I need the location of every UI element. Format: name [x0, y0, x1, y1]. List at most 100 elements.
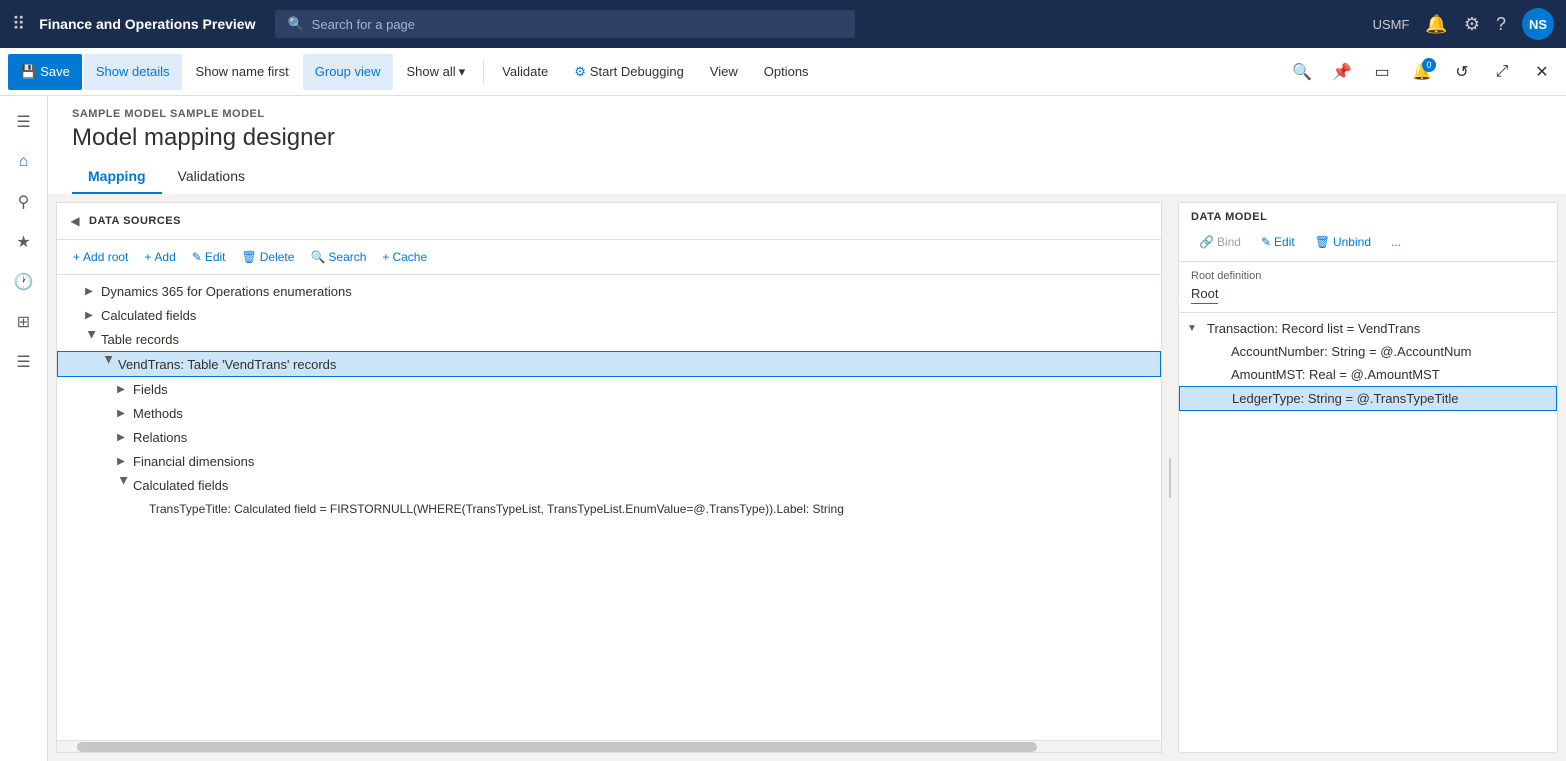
- panel-actions: + Add root + Add ✎ Edit 🗑 Delete: [57, 240, 1161, 275]
- show-name-first-button[interactable]: Show name first: [184, 54, 301, 90]
- root-def-value: Root: [1191, 286, 1218, 304]
- more-actions-button[interactable]: ...: [1383, 231, 1409, 253]
- panel-title: DATA SOURCES: [89, 215, 181, 227]
- expand-icon-table-records: ▶: [81, 331, 97, 347]
- panel-header: ◀ DATA SOURCES: [57, 203, 1161, 240]
- notification-cmd-button[interactable]: 🔔 0: [1406, 56, 1438, 88]
- unbind-icon: 🗑: [1315, 235, 1330, 249]
- dm-item-amount[interactable]: AmountMST: Real = @.AmountMST: [1179, 363, 1557, 386]
- tree-item-calc-top[interactable]: ▶ Calculated fields: [57, 303, 1161, 327]
- page-header: SAMPLE MODEL SAMPLE MODEL Model mapping …: [48, 96, 1566, 194]
- sidebar-recent-icon[interactable]: 🕐: [6, 264, 42, 300]
- tree-item-calc-nested[interactable]: ▶ Calculated fields: [57, 473, 1161, 497]
- help-icon[interactable]: ?: [1496, 14, 1506, 35]
- refresh-button[interactable]: ↺: [1446, 56, 1478, 88]
- search-bar[interactable]: 🔍: [275, 10, 855, 38]
- user-avatar[interactable]: NS: [1522, 8, 1554, 40]
- panel-button[interactable]: ▭: [1366, 56, 1398, 88]
- dm-item-transaction[interactable]: ▼ Transaction: Record list = VendTrans: [1179, 317, 1557, 340]
- search-icon: 🔍: [287, 16, 303, 32]
- tab-validations[interactable]: Validations: [162, 160, 261, 194]
- data-model-panel: DATA MODEL 🔗 Bind ✎ Edit 🗑 Unbind: [1178, 202, 1558, 753]
- expand-icon-relations: ▶: [113, 429, 129, 445]
- search-cmd-button[interactable]: 🔍: [1286, 56, 1318, 88]
- horizontal-scrollbar[interactable]: [57, 740, 1161, 752]
- settings-icon[interactable]: ⚙: [1464, 14, 1480, 35]
- user-code: USMF: [1373, 17, 1410, 32]
- separator-1: [483, 60, 484, 84]
- dm-item-ledgertype[interactable]: LedgerType: String = @.TransTypeTitle: [1179, 386, 1557, 411]
- sidebar-menu-icon[interactable]: ☰: [6, 104, 42, 140]
- unbind-button[interactable]: 🗑 Unbind: [1307, 231, 1379, 253]
- dm-header: DATA MODEL 🔗 Bind ✎ Edit 🗑 Unbind: [1179, 203, 1557, 262]
- add-button[interactable]: + Add: [136, 246, 183, 268]
- show-details-button[interactable]: Show details: [84, 54, 182, 90]
- add-icon: +: [144, 250, 151, 264]
- bind-icon: 🔗: [1199, 235, 1214, 249]
- edit-dm-icon: ✎: [1261, 235, 1271, 249]
- command-bar: 💾 Save Show details Show name first Grou…: [0, 48, 1566, 96]
- expand-icon-dynamics: ▶: [81, 283, 97, 299]
- group-view-button[interactable]: Group view: [303, 54, 393, 90]
- search-ds-icon: 🔍: [310, 250, 325, 264]
- options-button[interactable]: Options: [752, 54, 821, 90]
- open-button[interactable]: ⤢: [1486, 56, 1518, 88]
- save-button[interactable]: 💾 Save: [8, 54, 82, 90]
- delete-icon: 🗑: [242, 250, 257, 264]
- tree-item-vendtrans[interactable]: ▶ VendTrans: Table 'VendTrans' records: [57, 351, 1161, 377]
- view-button[interactable]: View: [698, 54, 750, 90]
- bind-button[interactable]: 🔗 Bind: [1191, 231, 1249, 253]
- expand-icon-vendtrans: ▶: [98, 356, 114, 372]
- delete-button[interactable]: 🗑 Delete: [234, 246, 303, 268]
- data-sources-panel: ◀ DATA SOURCES + Add root + Add ✎ Edit: [56, 202, 1162, 753]
- sidebar-home-icon[interactable]: ⌂: [6, 144, 42, 180]
- top-navigation: ⠿ Finance and Operations Preview 🔍 USMF …: [0, 0, 1566, 48]
- tree-item-methods[interactable]: ▶ Methods: [57, 401, 1161, 425]
- show-all-button[interactable]: Show all ▾: [395, 54, 478, 90]
- search-input[interactable]: [312, 17, 844, 32]
- close-button[interactable]: ✕: [1526, 56, 1558, 88]
- panel-splitter[interactable]: [1166, 194, 1174, 761]
- notification-icon[interactable]: 🔔: [1425, 14, 1447, 35]
- search-ds-button[interactable]: 🔍 Search: [302, 246, 374, 268]
- sidebar-grid-icon[interactable]: ⊞: [6, 304, 42, 340]
- scroll-thumb[interactable]: [77, 742, 1037, 752]
- sidebar-filter-icon[interactable]: ⚲: [6, 184, 42, 220]
- edit-ds-button[interactable]: ✎ Edit: [184, 246, 234, 268]
- dm-item-account[interactable]: AccountNumber: String = @.AccountNum: [1179, 340, 1557, 363]
- expand-icon-transaction: ▼: [1187, 323, 1203, 334]
- cmd-right-actions: 🔍 📌 ▭ 🔔 0 ↺ ⤢ ✕: [1286, 56, 1558, 88]
- cache-icon: +: [382, 250, 389, 264]
- start-debugging-button[interactable]: ⚙ Start Debugging: [562, 54, 696, 90]
- add-root-button[interactable]: + Add root: [65, 246, 136, 268]
- validate-button[interactable]: Validate: [490, 54, 560, 90]
- pin-button[interactable]: 📌: [1326, 56, 1358, 88]
- cache-button[interactable]: + Cache: [374, 246, 435, 268]
- tree-item-relations[interactable]: ▶ Relations: [57, 425, 1161, 449]
- debug-icon: ⚙: [574, 64, 586, 80]
- content-area: SAMPLE MODEL SAMPLE MODEL Model mapping …: [48, 96, 1566, 761]
- sidebar-list-icon[interactable]: ☰: [6, 344, 42, 380]
- sidebar-star-icon[interactable]: ★: [6, 224, 42, 260]
- tree-item-financial-dim[interactable]: ▶ Financial dimensions: [57, 449, 1161, 473]
- tree-item-transtypetitle[interactable]: TransTypeTitle: Calculated field = FIRST…: [57, 497, 1161, 521]
- tree-item-dynamics[interactable]: ▶ Dynamics 365 for Operations enumeratio…: [57, 279, 1161, 303]
- main-layout: ☰ ⌂ ⚲ ★ 🕐 ⊞ ☰ SAMPLE MODEL SAMPLE MODEL …: [0, 96, 1566, 761]
- top-nav-right: USMF 🔔 ⚙ ? NS: [1373, 8, 1554, 40]
- data-sources-tree: ▶ Dynamics 365 for Operations enumeratio…: [57, 275, 1161, 740]
- app-title: Finance and Operations Preview: [39, 16, 255, 32]
- page-title: Model mapping designer: [72, 124, 1542, 152]
- app-grid-icon[interactable]: ⠿: [12, 14, 25, 35]
- dm-panel-title: DATA MODEL: [1191, 211, 1545, 223]
- panel-toggle[interactable]: ◀: [65, 211, 85, 231]
- splitter-line: [1169, 458, 1171, 498]
- breadcrumb: SAMPLE MODEL SAMPLE MODEL: [72, 108, 1542, 120]
- root-definition-section: Root definition Root: [1179, 262, 1557, 313]
- tab-mapping[interactable]: Mapping: [72, 160, 162, 194]
- split-pane: ◀ DATA SOURCES + Add root + Add ✎ Edit: [48, 194, 1566, 761]
- tree-item-fields[interactable]: ▶ Fields: [57, 377, 1161, 401]
- tree-item-table-records[interactable]: ▶ Table records: [57, 327, 1161, 351]
- expand-icon-fields: ▶: [113, 381, 129, 397]
- dm-tree: ▼ Transaction: Record list = VendTrans A…: [1179, 313, 1557, 752]
- edit-dm-button[interactable]: ✎ Edit: [1253, 231, 1303, 253]
